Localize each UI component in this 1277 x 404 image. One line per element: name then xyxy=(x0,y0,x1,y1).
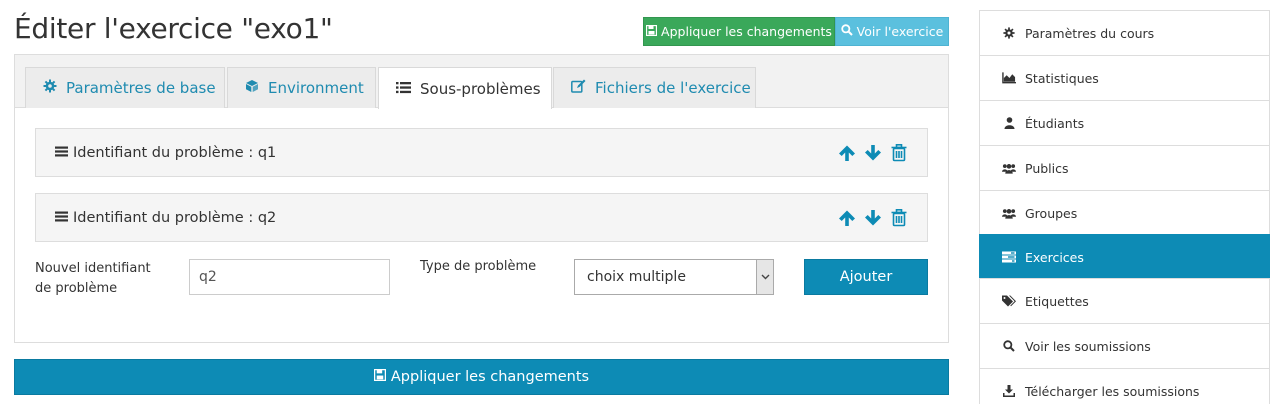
tab-subproblems-label: Sous-problèmes xyxy=(420,79,541,98)
move-up-icon[interactable] xyxy=(837,143,857,163)
drag-handle-icon[interactable] xyxy=(55,210,68,226)
tab-exercise-files[interactable]: Fichiers de l'exercice xyxy=(553,67,756,108)
sidebar-item-course-settings[interactable]: Paramètres du cours xyxy=(979,10,1270,56)
sidebar-item-label: Paramètres du cours xyxy=(1025,25,1155,41)
apply-changes-bottom-label: Appliquer les changements xyxy=(390,369,590,385)
search-icon xyxy=(840,24,853,39)
new-problem-id-label-line1: Nouvel identifiant xyxy=(35,261,151,276)
problem-row-q2[interactable]: Identifiant du problème : q2 xyxy=(35,193,928,242)
users-icon xyxy=(1002,161,1016,175)
view-exercise-button[interactable]: Voir l'exercice xyxy=(835,17,949,46)
apply-changes-bottom-button[interactable]: Appliquer les changements xyxy=(14,359,949,395)
trash-icon[interactable] xyxy=(889,208,909,228)
problem-id-label: Identifiant du problème : q2 xyxy=(73,209,277,226)
search-icon xyxy=(1002,339,1016,353)
move-up-icon[interactable] xyxy=(837,208,857,228)
sidebar-item-exercises[interactable]: Exercices xyxy=(979,234,1270,280)
tab-environment[interactable]: Environment xyxy=(227,67,376,108)
chevron-down-icon[interactable] xyxy=(756,260,773,294)
problem-row-q1[interactable]: Identifiant du problème : q1 xyxy=(35,128,928,177)
view-exercise-label: Voir l'exercice xyxy=(856,24,944,39)
new-problem-id-label: Nouvel identifiant de problème xyxy=(35,259,151,299)
problem-type-value: choix multiple xyxy=(587,269,686,285)
download-icon xyxy=(1002,384,1016,398)
sidebar-item-label: Étudiants xyxy=(1025,115,1085,131)
cube-icon xyxy=(245,79,259,97)
sidebar-item-download-submissions[interactable]: Télécharger les soumissions xyxy=(979,368,1270,404)
edit-icon xyxy=(571,79,586,97)
new-problem-id-input[interactable] xyxy=(189,259,390,295)
save-icon xyxy=(645,24,658,39)
page-title: Éditer l'exercice "exo1" xyxy=(14,12,333,45)
tags-icon xyxy=(1002,294,1016,308)
problem-type-label: Type de problème xyxy=(420,259,537,274)
tab-basic-settings-label: Paramètres de base xyxy=(66,79,216,97)
apply-changes-label: Appliquer les changements xyxy=(661,24,832,39)
sidebar-item-label: Télécharger les soumissions xyxy=(1025,383,1200,399)
sidebar-item-label: Exercices xyxy=(1025,249,1084,265)
sidebar-item-groups[interactable]: Groupes xyxy=(979,190,1270,236)
problem-type-select[interactable]: choix multiple xyxy=(574,259,774,295)
users-icon xyxy=(1002,206,1016,220)
tab-exercise-files-label: Fichiers de l'exercice xyxy=(595,79,751,97)
apply-changes-button[interactable]: Appliquer les changements xyxy=(643,17,835,46)
user-icon xyxy=(1002,116,1016,130)
move-down-icon[interactable] xyxy=(863,208,883,228)
tab-subproblems[interactable]: Sous-problèmes xyxy=(378,67,552,109)
tab-basic-settings[interactable]: Paramètres de base xyxy=(25,67,225,108)
save-icon xyxy=(373,368,387,385)
add-problem-button[interactable]: Ajouter xyxy=(804,259,928,295)
problem-id-label: Identifiant du problème : q1 xyxy=(73,144,277,161)
sidebar-item-statistics[interactable]: Statistiques xyxy=(979,55,1270,101)
sidebar-item-label: Statistiques xyxy=(1025,70,1099,86)
sidebar-item-label: Etiquettes xyxy=(1025,293,1089,309)
area-chart-icon xyxy=(1002,71,1016,85)
sidebar-item-label: Publics xyxy=(1025,160,1069,176)
sidebar-item-audiences[interactable]: Publics xyxy=(979,145,1270,191)
drag-handle-icon[interactable] xyxy=(55,145,68,161)
gear-icon xyxy=(1002,26,1016,40)
list-icon xyxy=(396,80,411,98)
gear-icon xyxy=(43,79,57,97)
move-down-icon[interactable] xyxy=(863,143,883,163)
new-problem-id-label-line2: de problème xyxy=(35,281,118,296)
sidebar-item-tags[interactable]: Etiquettes xyxy=(979,278,1270,324)
tab-environment-label: Environment xyxy=(268,79,364,97)
sidebar-item-label: Groupes xyxy=(1025,205,1078,221)
tasks-icon xyxy=(1002,250,1016,264)
sidebar-item-students[interactable]: Étudiants xyxy=(979,100,1270,146)
course-admin-sidebar: Paramètres du cours Statistiques Étudian… xyxy=(979,10,1270,404)
sidebar-item-label: Voir les soumissions xyxy=(1025,338,1151,354)
trash-icon[interactable] xyxy=(889,143,909,163)
sidebar-item-view-submissions[interactable]: Voir les soumissions xyxy=(979,323,1270,369)
